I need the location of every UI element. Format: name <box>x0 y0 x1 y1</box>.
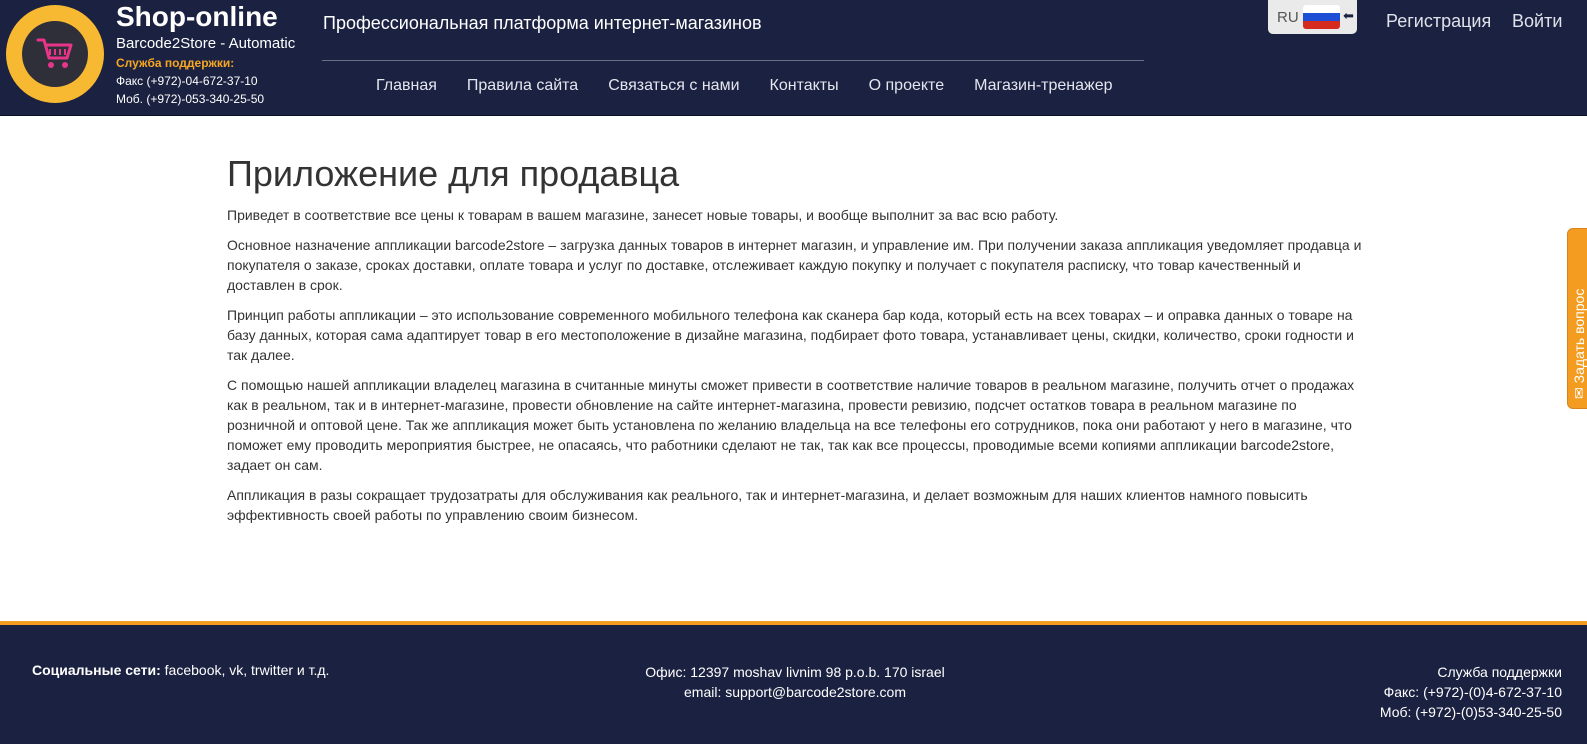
language-code: RU <box>1277 9 1299 26</box>
paragraph-purpose: Основное назначение аппликации barcode2s… <box>227 237 1362 293</box>
header-divider <box>322 60 1144 61</box>
social-links[interactable]: facebook, vk, trwitter и т.д. <box>165 662 330 678</box>
support-fax: Факс: (+972)-(0)4-672-37-10 <box>1383 684 1562 700</box>
site-footer: Социальные сети: facebook, vk, trwitter … <box>0 625 1587 744</box>
tagline: Профессиональная платформа интернет-мага… <box>323 13 762 33</box>
ask-question-label: ✉ Задать вопрос <box>1571 289 1587 399</box>
main-nav: Главная Правила сайта Связаться с нами К… <box>376 77 1143 95</box>
paragraph-principle: Принцип работы аппликации – это использо… <box>227 307 1354 363</box>
page-title: Приложение для продавца <box>227 153 680 194</box>
ask-question-text: Задать вопрос <box>1571 288 1587 384</box>
russia-flag-icon <box>1303 5 1340 29</box>
support-label: Служба поддержки: <box>116 56 235 70</box>
nav-about[interactable]: О проекте <box>869 77 944 95</box>
site-header: Shop-online Barcode2Store - Automatic Сл… <box>0 0 1587 116</box>
office-email[interactable]: email: support@barcode2store.com <box>645 682 945 702</box>
header-fax: Факс (+972)-04-672-37-10 <box>116 74 258 88</box>
paragraph-features: С помощью нашей аппликации владелец мага… <box>227 377 1355 473</box>
paragraph-intro: Приведет в соответствие все цены к товар… <box>227 207 1059 223</box>
envelope-icon: ✉ <box>1571 387 1587 399</box>
footer-office: Офис: 12397 moshav livnim 98 p.o.b. 170 … <box>645 662 945 702</box>
nav-contacts[interactable]: Контакты <box>770 77 839 95</box>
support-mobile: Моб: (+972)-(0)53-340-25-50 <box>1379 704 1562 720</box>
header-mobile: Моб. (+972)-053-340-25-50 <box>116 92 265 106</box>
social-label: Социальные сети: <box>32 662 161 678</box>
logo-inner-circle <box>22 21 88 87</box>
shopping-cart-icon <box>36 38 73 68</box>
nav-contact-us[interactable]: Связаться с нами <box>608 77 739 95</box>
ask-question-tab[interactable]: ✉ Задать вопрос <box>1567 228 1587 409</box>
nav-home[interactable]: Главная <box>376 77 437 95</box>
paragraph-benefits: Аппликация в разы сокращает трудозатраты… <box>227 487 1308 523</box>
register-link[interactable]: Регистрация <box>1386 11 1491 32</box>
footer-social: Социальные сети: facebook, vk, trwitter … <box>32 662 329 678</box>
footer-support: Служба поддержки Факс: (+972)-(0)4-672-3… <box>1380 662 1562 722</box>
brand-subtitle: Barcode2Store - Automatic <box>116 35 296 52</box>
main-content: Приложение для продавца Приведет в соотв… <box>227 153 1362 535</box>
language-selector[interactable]: RU ⬅ <box>1268 0 1357 34</box>
brand-title[interactable]: Shop-online <box>116 1 278 33</box>
login-link[interactable]: Войти <box>1512 11 1562 32</box>
nav-trainer-shop[interactable]: Магазин-тренажер <box>974 77 1112 95</box>
site-logo[interactable] <box>6 5 104 103</box>
support-title: Служба поддержки <box>1437 664 1562 680</box>
arrow-left-icon: ⬅ <box>1343 8 1354 23</box>
office-address: Офис: 12397 moshav livnim 98 p.o.b. 170 … <box>645 664 945 680</box>
nav-rules[interactable]: Правила сайта <box>467 77 578 95</box>
